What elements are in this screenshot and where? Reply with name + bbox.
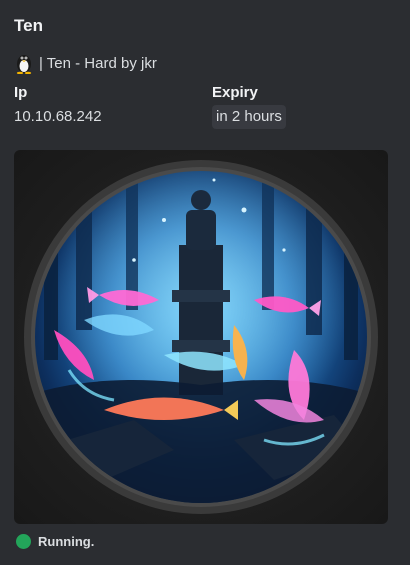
embed-subtitle-row: | Ten - Hard by jkr [14,50,396,76]
status-text: Running. [38,534,95,549]
expiry-field: Expiry in 2 hours [212,82,286,130]
expiry-field-value: in 2 hours [212,105,286,129]
machine-artwork-image[interactable] [14,150,388,524]
ip-field-value[interactable]: 10.10.68.242 [14,104,212,130]
machine-embed: Ten | Ten - Hard by jkr Ip 10.10.68.242 … [0,0,410,565]
embed-fields: Ip 10.10.68.242 Expiry in 2 hours [14,82,396,130]
embed-subtitle: | Ten - Hard by jkr [39,54,157,72]
ip-field-name: Ip [14,84,28,101]
embed-title: Ten [14,16,43,35]
expiry-field-value-wrap: in 2 hours [212,104,286,130]
status-indicator: Running. [16,534,94,549]
ip-field: Ip 10.10.68.242 [14,82,212,130]
expiry-field-name: Expiry [212,84,258,101]
linux-penguin-icon [14,52,34,75]
status-dot-icon [16,534,31,549]
